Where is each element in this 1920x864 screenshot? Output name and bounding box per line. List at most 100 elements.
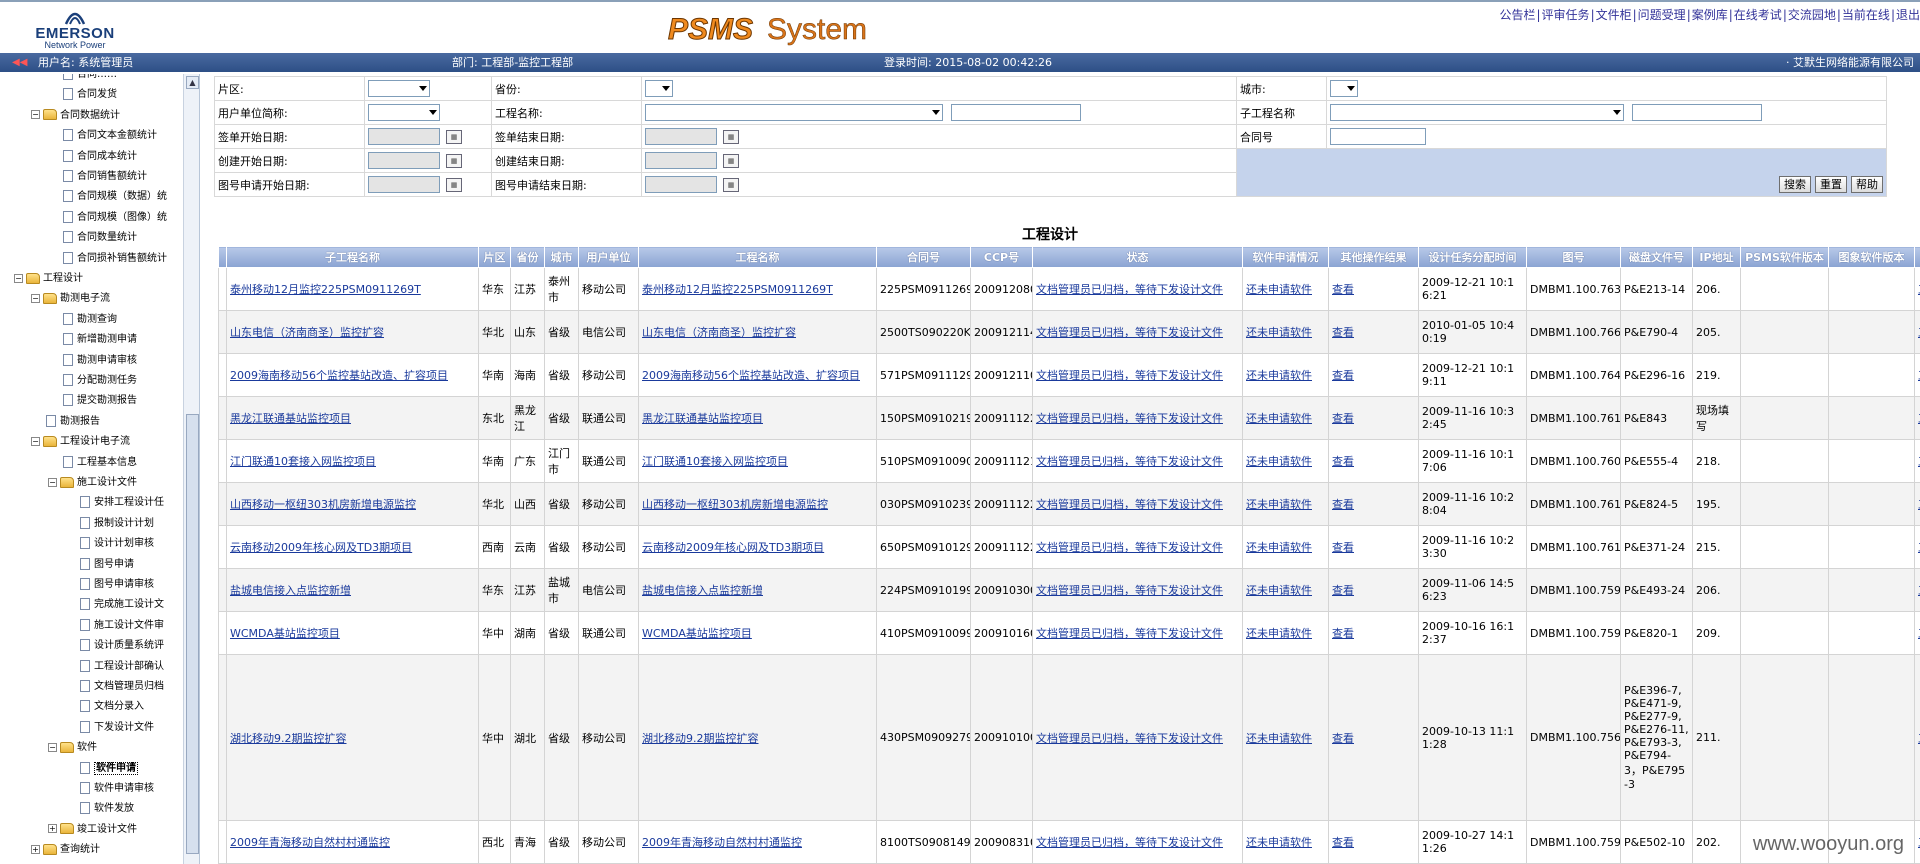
status-link[interactable]: 文档管理员已归档，等待下发设计文件 (1036, 584, 1223, 597)
collapse-icon[interactable]: − (31, 110, 40, 120)
calendar-icon[interactable]: ▦ (723, 177, 739, 192)
column-header[interactable]: PSMS软件版本 (1740, 246, 1829, 268)
sign-end-input[interactable] (645, 128, 717, 145)
status-link[interactable]: 文档管理员已归档，等待下发设计文件 (1036, 369, 1223, 382)
project-link[interactable]: 黑龙江联通基站监控项目 (642, 412, 763, 425)
tree-item[interactable]: 合同规模（图像）统 (63, 209, 167, 227)
tree-item[interactable]: − 勘测电子流 (31, 290, 110, 308)
tree-item[interactable]: 合同…… (63, 74, 117, 84)
sidebar-scrollbar[interactable]: ▲ (183, 74, 199, 864)
software-link[interactable]: 还未申请软件 (1246, 369, 1312, 382)
tree-item[interactable]: 合同发货 (63, 86, 117, 104)
tree-item[interactable]: 合同销售额统计 (63, 168, 147, 186)
collapse-icon[interactable]: − (48, 477, 57, 487)
top-link[interactable]: 问题受理 (1638, 8, 1686, 22)
view-link[interactable]: 查看 (1332, 412, 1354, 425)
tree-item[interactable]: 文档分录入 (80, 698, 144, 716)
tree-item[interactable]: 提交勘测报告 (63, 392, 137, 410)
sub-project-input[interactable] (1632, 104, 1762, 121)
column-header[interactable]: 子工程名称 (226, 246, 479, 268)
software-link[interactable]: 还未申请软件 (1246, 627, 1312, 640)
tree-item[interactable]: + 竣工设计文件 (48, 821, 137, 839)
project-link[interactable]: WCMDA基站监控项目 (230, 627, 340, 640)
tree-item[interactable]: 合同文本金额统计 (63, 127, 157, 145)
tree-item[interactable]: 合同损补销售额统计 (63, 250, 167, 268)
project-link[interactable]: 泰州移动12月监控225PSM0911269T (230, 283, 421, 296)
top-link[interactable]: 在线考试 (1734, 8, 1782, 22)
project-link[interactable]: 云南移动2009年核心网及TD3期项目 (642, 541, 824, 554)
tree-item[interactable]: − 工程设计电子流 (31, 433, 130, 451)
project-link[interactable]: 湖北移动9.2期监控扩容 (642, 732, 759, 745)
tree-item[interactable]: 合同成本统计 (63, 148, 137, 166)
project-link[interactable]: 2009年青海移动自然村村通监控 (642, 836, 802, 849)
view-link[interactable]: 查看 (1332, 836, 1354, 849)
top-link[interactable]: 案例库 (1692, 8, 1728, 22)
province-select[interactable] (645, 80, 673, 97)
project-link[interactable]: 江门联通10套接入网监控项目 (230, 455, 376, 468)
column-header[interactable]: 用户单位 (578, 246, 639, 268)
column-header[interactable]: 其他操作结果 (1328, 246, 1419, 268)
top-link[interactable]: 文件柜 (1596, 8, 1632, 22)
status-link[interactable]: 文档管理员已归档，等待下发设计文件 (1036, 326, 1223, 339)
project-link[interactable]: 湖北移动9.2期监控扩容 (230, 732, 347, 745)
help-button[interactable]: 帮助 (1851, 176, 1883, 193)
view-link[interactable]: 查看 (1332, 326, 1354, 339)
tree-item[interactable]: 设计质量系统评 (80, 637, 164, 655)
project-link[interactable]: 山西移动一枢纽303机房新增电源监控 (642, 498, 828, 511)
calendar-icon[interactable]: ▦ (446, 153, 462, 168)
status-link[interactable]: 文档管理员已归档，等待下发设计文件 (1036, 283, 1223, 296)
tree-item[interactable]: − 工程设计 (14, 270, 83, 288)
city-select[interactable] (1330, 80, 1358, 97)
column-header[interactable]: 合同号 (876, 246, 971, 268)
drawing-end-input[interactable] (645, 176, 717, 193)
view-link[interactable]: 查看 (1332, 369, 1354, 382)
tree-item[interactable]: 勘测申请审核 (63, 352, 137, 370)
project-link[interactable]: 泰州移动12月监控225PSM0911269T (642, 283, 833, 296)
tree-item[interactable]: 图号申请审核 (80, 576, 154, 594)
collapse-icon[interactable]: − (31, 436, 40, 446)
top-link[interactable]: 评审任务 (1542, 8, 1590, 22)
project-link[interactable]: 2009海南移动56个监控基站改造、扩容项目 (642, 369, 860, 382)
calendar-icon[interactable]: ▦ (723, 153, 739, 168)
software-link[interactable]: 还未申请软件 (1246, 498, 1312, 511)
tree-item[interactable]: + 查询统计 (31, 841, 100, 859)
scroll-up-icon[interactable]: ▲ (186, 76, 199, 89)
software-link[interactable]: 还未申请软件 (1246, 541, 1312, 554)
tree-item[interactable]: 勘测查询 (63, 311, 117, 329)
tree-item[interactable]: 下发设计文件 (80, 719, 154, 737)
tree-item[interactable]: 设计计划审核 (80, 535, 154, 553)
top-link[interactable]: 当前在线 (1842, 8, 1890, 22)
software-link[interactable]: 还未申请软件 (1246, 326, 1312, 339)
status-link[interactable]: 文档管理员已归档，等待下发设计文件 (1036, 455, 1223, 468)
tree-item[interactable]: 软件发放 (80, 800, 134, 818)
project-link[interactable]: 黑龙江联通基站监控项目 (230, 412, 351, 425)
software-link[interactable]: 还未申请软件 (1246, 584, 1312, 597)
column-header[interactable]: 工程名称 (638, 246, 877, 268)
project-name-select[interactable] (645, 104, 943, 121)
column-header[interactable]: CCP号 (970, 246, 1033, 268)
column-header[interactable]: 片区 (478, 246, 511, 268)
sign-start-input[interactable] (368, 128, 440, 145)
view-link[interactable]: 查看 (1332, 584, 1354, 597)
expand-icon[interactable]: + (48, 824, 57, 834)
expand-icon[interactable]: + (31, 844, 40, 854)
status-link[interactable]: 文档管理员已归档，等待下发设计文件 (1036, 541, 1223, 554)
status-link[interactable]: 文档管理员已归档，等待下发设计文件 (1036, 732, 1223, 745)
project-link[interactable]: 山东电信（济南商圣）监控扩容 (642, 326, 796, 339)
tree-item[interactable]: 合同规模（数据）统 (63, 188, 167, 206)
project-link[interactable]: 江门联通10套接入网监控项目 (642, 455, 788, 468)
status-link[interactable]: 文档管理员已归档，等待下发设计文件 (1036, 412, 1223, 425)
region-select[interactable] (368, 80, 430, 97)
project-name-input[interactable] (951, 104, 1081, 121)
tree-item[interactable]: 图号申请 (80, 556, 134, 574)
sub-project-select[interactable] (1330, 104, 1624, 121)
top-link[interactable]: 退出 (1896, 8, 1920, 22)
column-header[interactable]: 状态 (1032, 246, 1243, 268)
reset-button[interactable]: 重置 (1815, 176, 1847, 193)
software-link[interactable]: 还未申请软件 (1246, 283, 1312, 296)
column-header[interactable]: 省份 (510, 246, 545, 268)
software-link[interactable]: 还未申请软件 (1246, 732, 1312, 745)
tree-item[interactable]: 工程设计部确认 (80, 658, 164, 676)
view-link[interactable]: 查看 (1332, 498, 1354, 511)
collapse-icon[interactable]: − (31, 293, 40, 303)
